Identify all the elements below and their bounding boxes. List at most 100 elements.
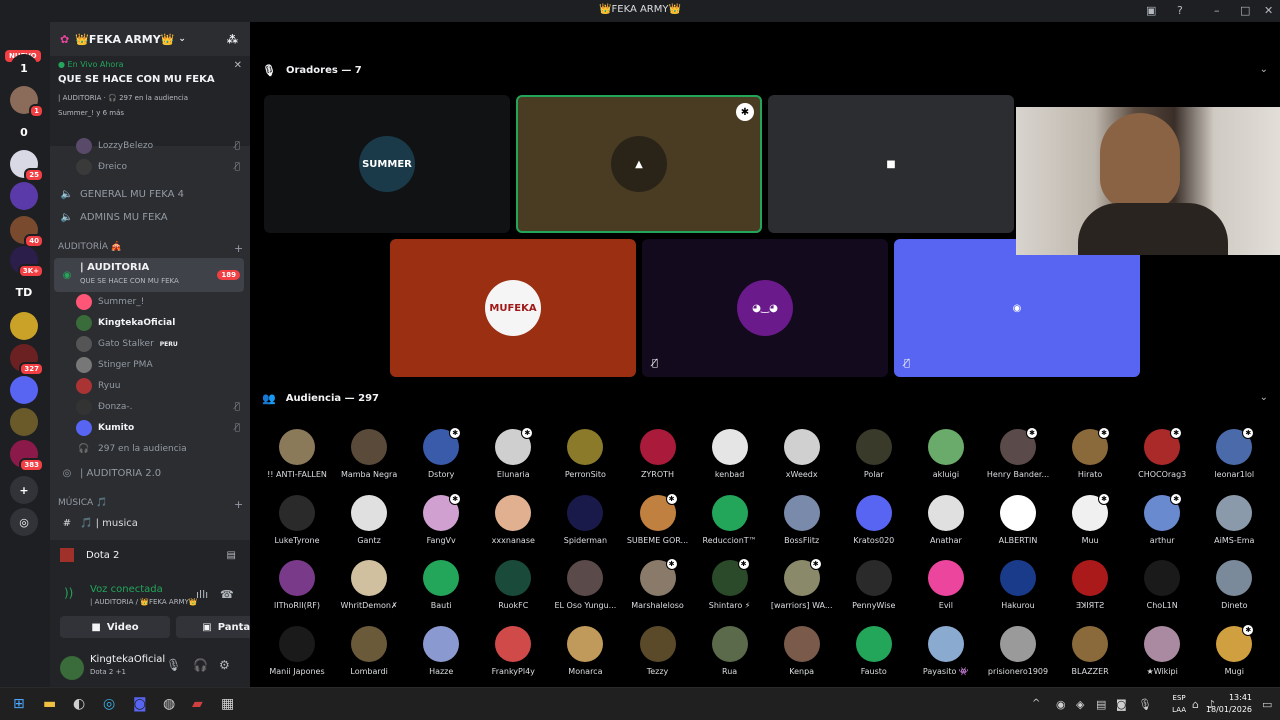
audience-member[interactable]: Anathar: [910, 494, 982, 560]
speaker-tile[interactable]: ▲ ✱: [516, 95, 762, 233]
audience-member[interactable]: Dineto: [1198, 560, 1270, 625]
audience-member[interactable]: ✱ Muu: [1054, 492, 1126, 560]
member-row[interactable]: Gato Stalker PERU: [76, 334, 244, 354]
server-icon[interactable]: 327: [10, 344, 44, 376]
server-icon[interactable]: 40: [10, 216, 44, 248]
audience-member[interactable]: EL Oso Yungu...: [549, 560, 621, 625]
audience-member[interactable]: ✱ Hirato: [1054, 427, 1126, 494]
audience-member[interactable]: Fausto: [838, 625, 910, 691]
audience-member[interactable]: BLAZZER: [1054, 625, 1126, 691]
tray-network-icon[interactable]: ▤: [1096, 698, 1106, 711]
dota-taskbar-icon[interactable]: ▰: [192, 696, 203, 712]
audience-member[interactable]: Kenpa: [766, 625, 838, 691]
server-icon[interactable]: 3K+: [10, 246, 44, 278]
tray-discord-icon[interactable]: ◙: [1116, 698, 1127, 711]
close-icon[interactable]: ✕: [1264, 4, 1273, 17]
collapse-speakers-icon[interactable]: ⌄: [1260, 64, 1268, 75]
member-row[interactable]: Ðreico 🎙̸: [76, 157, 244, 177]
audience-member[interactable]: ZYROTH: [622, 429, 694, 494]
audience-line[interactable]: 🎧 297 en la audiencia: [76, 439, 244, 459]
member-row[interactable]: KingtekaOficial: [76, 313, 244, 333]
add-channel-icon[interactable]: +: [234, 242, 243, 255]
audience-member[interactable]: ✱ [warriors] WA...: [766, 558, 838, 625]
speaker-tile[interactable]: MUFEKA: [390, 239, 636, 377]
audience-member[interactable]: LukeTyrone: [261, 494, 333, 560]
audience-member[interactable]: PennyWise: [838, 560, 910, 625]
audience-member[interactable]: Mamba Negra: [333, 429, 405, 494]
audience-member[interactable]: ✱ leonar1lol: [1198, 427, 1270, 494]
signal-icon[interactable]: )): [64, 586, 73, 600]
audience-member[interactable]: ✱ CHOCOrag3: [1126, 427, 1198, 494]
audience-member[interactable]: ✱ Henry Bander...: [982, 427, 1054, 494]
stage-channel[interactable]: ◎ | AUDITORIA 2.0: [58, 463, 244, 483]
audience-member[interactable]: xxxnanase: [477, 494, 549, 560]
audience-member[interactable]: Bauti: [405, 560, 477, 625]
edge-icon[interactable]: ◎: [103, 696, 115, 712]
audience-member[interactable]: RuokFC: [477, 560, 549, 625]
active-stage-channel[interactable]: ◉ | AUDITORIA QUE SE HACE CON MU FEKA 18…: [54, 258, 244, 292]
member-row[interactable]: Summer_!: [76, 292, 244, 312]
minimize-icon[interactable]: –: [1214, 4, 1220, 17]
audience-member[interactable]: ✱ Dstory: [405, 427, 477, 494]
collapse-audience-icon[interactable]: ⌄: [1260, 392, 1268, 403]
headphones-icon[interactable]: 🎧: [193, 658, 208, 672]
notifications-icon[interactable]: ▭: [1262, 698, 1272, 711]
audience-member[interactable]: ✱ Shintaro ⚡: [694, 558, 766, 625]
server-icon[interactable]: ◎: [10, 508, 38, 536]
tray-app-icon[interactable]: ◉: [1056, 698, 1066, 711]
add-member-icon[interactable]: ⁂: [227, 33, 238, 46]
server-icon[interactable]: [10, 182, 38, 210]
audience-member[interactable]: Kratos020: [838, 494, 910, 560]
member-row[interactable]: Kumito 🎙̸: [76, 418, 244, 438]
microphone-icon[interactable]: 🎙: [166, 658, 181, 672]
avatar[interactable]: [60, 656, 84, 680]
user-name[interactable]: KingtekaOficial: [90, 654, 165, 665]
windows-start-icon[interactable]: ⊞: [13, 696, 25, 712]
system-clock[interactable]: 13:41 18/01/2026: [1206, 692, 1252, 716]
tray-chevron-icon[interactable]: ^: [1032, 698, 1040, 709]
help-icon[interactable]: ?: [1177, 4, 1183, 17]
audience-member[interactable]: Hazze: [405, 625, 477, 691]
add-channel-icon[interactable]: +: [234, 498, 243, 511]
audience-member[interactable]: ✱ SUBEME GOR...: [622, 492, 694, 560]
audience-member[interactable]: ✱ Elunaria: [477, 427, 549, 494]
settings-icon[interactable]: ⚙: [219, 658, 230, 672]
speaker-tile[interactable]: SUMMER: [264, 95, 510, 233]
noise-suppression-icon[interactable]: ıllı: [196, 588, 208, 601]
audience-member[interactable]: ✱ arthur: [1126, 492, 1198, 560]
steam-icon[interactable]: ◐: [73, 696, 85, 712]
server-icon[interactable]: [10, 376, 38, 404]
audience-member[interactable]: !! ANTI-FALLEN: [261, 429, 333, 494]
audience-member[interactable]: BossFlitz: [766, 494, 838, 560]
audience-member[interactable]: Polar: [838, 429, 910, 494]
audience-member[interactable]: Manii Japones: [261, 625, 333, 691]
audience-member[interactable]: Payasito 👾: [910, 625, 982, 691]
voice-channel[interactable]: 🔈 GENERAL MU FEKA 4: [58, 184, 244, 204]
audience-member[interactable]: FrankyPl4y: [477, 625, 549, 691]
audience-member[interactable]: ✱ Mugi: [1198, 623, 1270, 691]
server-icon[interactable]: 0: [10, 118, 38, 146]
speaker-tile[interactable]: ◕‿◕ 🎙̸: [642, 239, 888, 377]
audience-member[interactable]: ✱ Marshaleloso: [622, 558, 694, 625]
voice-location[interactable]: | AUDITORIA / 👑FEKA ARMY👑: [90, 598, 198, 606]
audience-member[interactable]: lIThoRlI(RF): [261, 560, 333, 625]
maximize-icon[interactable]: □: [1240, 4, 1250, 17]
activity-panel[interactable]: Dota 2 ▤: [50, 540, 250, 570]
file-explorer-icon[interactable]: ▬: [43, 696, 56, 712]
server-header[interactable]: ✿ 👑FEKA ARMY👑 ⌄ ⁂: [50, 22, 250, 56]
audience-member[interactable]: Monarca: [549, 625, 621, 691]
screen-share-button[interactable]: ▣ Pantalla: [176, 616, 250, 638]
audience-member[interactable]: PerronSito: [549, 429, 621, 494]
category-musica[interactable]: MÚSICA 🎵 +: [58, 498, 243, 511]
audience-member[interactable]: Evil: [910, 560, 982, 625]
inbox-icon[interactable]: ▣: [1146, 4, 1156, 17]
webcam-video[interactable]: [1016, 107, 1280, 255]
audience-member[interactable]: Spiderman: [549, 494, 621, 560]
audience-member[interactable]: ★Wikipi: [1126, 625, 1198, 691]
member-row[interactable]: Stinger PMA: [76, 355, 244, 375]
audience-member[interactable]: Hakurou: [982, 560, 1054, 625]
audience-member[interactable]: Rua: [694, 625, 766, 691]
member-row[interactable]: Ryuu: [76, 376, 244, 396]
server-icon[interactable]: +: [10, 476, 38, 504]
video-button[interactable]: ■ Video: [60, 616, 170, 638]
